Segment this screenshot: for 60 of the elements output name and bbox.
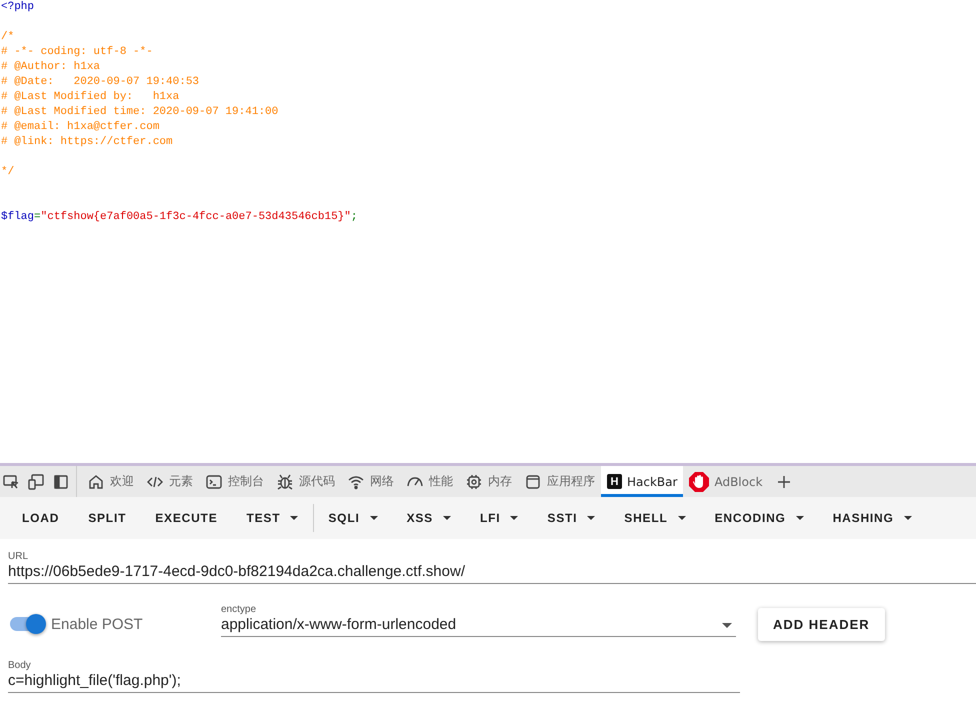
devtools-tab[interactable]: 应用程序 — [518, 466, 601, 497]
menu-button[interactable]: LFI — [466, 503, 532, 533]
body-field[interactable]: Body c=highlight_file('flag.php'); — [8, 660, 740, 693]
menu-button[interactable]: SHELL — [610, 503, 700, 533]
menu-button[interactable]: TEST — [232, 503, 312, 533]
caret-icon — [587, 516, 596, 520]
devtools-tab[interactable]: H HackBar — [601, 466, 684, 497]
caret-icon — [510, 516, 518, 520]
home-icon — [87, 472, 105, 490]
post-toggle[interactable] — [10, 614, 46, 634]
code-operator: ; — [350, 211, 358, 223]
devtools-tab[interactable]: 欢迎 — [81, 466, 140, 497]
code-text: <?php — [1, 1, 34, 13]
devtools-tab[interactable]: 元素 — [140, 466, 199, 497]
menu-button[interactable]: XSS — [392, 503, 465, 533]
devtools-tab[interactable]: 控制台 — [199, 466, 270, 497]
toolbar-button[interactable]: EXECUTE — [141, 503, 232, 533]
toggle-label: Enable POST — [51, 616, 144, 632]
window-icon — [524, 472, 542, 490]
code-comment: # @email: h1xa@ctfer.com — [1, 121, 160, 133]
devtools-tab[interactable]: 性能 — [400, 466, 459, 497]
hand-stop-icon — [689, 472, 710, 492]
dock-panel-icon[interactable] — [52, 472, 70, 490]
code-comment: # @Date: 2020-09-07 19:40:53 — [1, 76, 200, 88]
caret-icon — [290, 516, 298, 520]
caret-icon — [796, 516, 804, 520]
code-comment: # @Author: h1xa — [1, 61, 100, 73]
caret-icon — [370, 516, 378, 520]
console-icon — [205, 472, 223, 490]
enctype-select[interactable]: enctype application/x-www-form-urlencoded — [221, 604, 736, 636]
code-comment: # @Last Modified time: 2020-09-07 19:41:00 — [1, 106, 278, 118]
devtools-tab[interactable]: 内存 — [459, 466, 518, 497]
toolbar-button[interactable]: LOAD — [8, 503, 74, 533]
devtools-tab[interactable]: 源代码 — [270, 466, 341, 497]
bug-icon — [276, 472, 294, 490]
code-comment: # @link: https://ctfer.com — [1, 136, 173, 148]
code-comment: # -*- coding: utf-8 -*- — [1, 46, 153, 58]
inspect-icon[interactable] — [2, 472, 20, 490]
caret-icon — [443, 516, 451, 520]
code-comment: /* — [1, 31, 14, 43]
caret-icon — [678, 516, 686, 520]
devtools-tab[interactable]: 网络 — [341, 466, 400, 497]
menu-button[interactable]: HASHING — [818, 503, 926, 533]
code-string: "ctfshow{e7af00a5-1f3c-4fcc-a0e7-53d43546cb15}" — [40, 211, 351, 223]
code-comment: */ — [1, 166, 14, 178]
dropdown-caret-icon — [722, 622, 732, 628]
code-operator: = — [34, 211, 41, 223]
code-comment: # @Last Modified by: h1xa — [1, 91, 180, 103]
menu-button[interactable]: ENCODING — [700, 503, 818, 533]
add-header-button[interactable]: ADD HEADER — [758, 608, 885, 640]
hackbar-logo: H — [607, 474, 622, 489]
code-text: $flag — [1, 211, 34, 223]
toolbar-button[interactable]: SPLIT — [74, 503, 140, 533]
menu-button[interactable]: SQLI — [314, 503, 392, 533]
menu-button[interactable]: SSTI — [533, 503, 610, 533]
chip-icon — [465, 472, 483, 490]
device-icon[interactable] — [27, 472, 45, 490]
caret-icon — [904, 516, 912, 520]
devtools-tab[interactable]: AdBlock — [683, 466, 769, 497]
url-field[interactable]: URL https://06b5ede9-1717-4ecd-9dc0-bf82194da2ca.challenge.ctf.show/ — [8, 551, 976, 584]
